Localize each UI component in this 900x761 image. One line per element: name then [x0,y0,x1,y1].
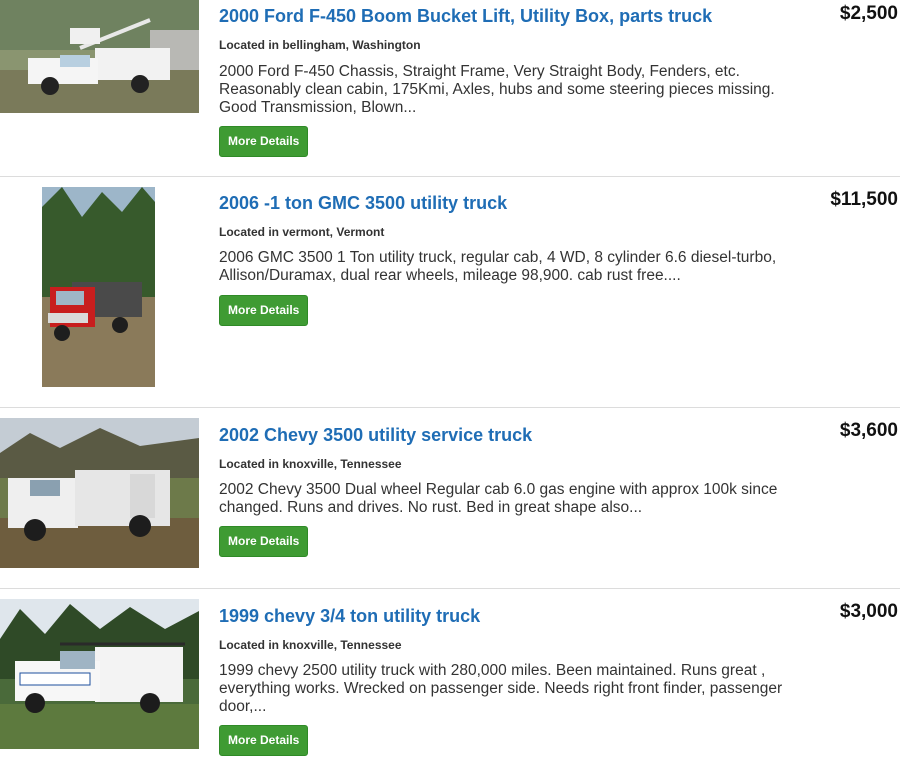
listing-title-link[interactable]: 2000 Ford F-450 Boom Bucket Lift, Utilit… [219,6,712,27]
listing-price: $2,500 [839,3,898,24]
listing-description: 2006 GMC 3500 1 Ton utility truck, regul… [219,249,777,284]
listing-title-link[interactable]: 2006 -1 ton GMC 3500 utility truck [219,193,507,214]
listing-description: 2000 Ford F-450 Chassis, Straight Frame,… [219,63,775,116]
listing-title-link[interactable]: 2002 Chevy 3500 utility service truck [219,425,532,446]
more-details-button[interactable]: More Details [219,725,309,756]
more-details-button[interactable]: More Details [219,295,309,326]
listing-price: $3,600 [839,420,898,441]
listing-price: $3,000 [839,601,898,622]
listing-item: 2006 -1 ton GMC 3500 utility truck Locat… [0,177,900,408]
listing-location: Located in bellingham, Washington [219,38,421,52]
listing-description: 1999 chevy 2500 utility truck with 280,0… [219,662,783,715]
listing-price: $11,500 [830,189,898,210]
listing-item: 1999 chevy 3/4 ton utility truck Located… [0,589,900,761]
more-details-button[interactable]: More Details [219,126,309,157]
listing-photo-chevy-utility-truck[interactable] [0,599,199,749]
more-details-button[interactable]: More Details [219,526,309,557]
listing-photo-ford-boom-truck[interactable] [0,0,199,113]
listing-item: 2000 Ford F-450 Boom Bucket Lift, Utilit… [0,0,900,177]
listing-location: Located in vermont, Vermont [219,225,385,239]
listing-photo-gmc-utility-truck[interactable] [42,187,155,387]
listing-location: Located in knoxville, Tennessee [219,457,402,471]
listing-description: 2002 Chevy 3500 Dual wheel Regular cab 6… [219,481,778,516]
listing-location: Located in knoxville, Tennessee [219,638,402,652]
listing-item: 2002 Chevy 3500 utility service truck Lo… [0,408,900,589]
listing-photo-chevy-service-truck[interactable] [0,418,199,568]
listing-title-link[interactable]: 1999 chevy 3/4 ton utility truck [219,606,480,627]
